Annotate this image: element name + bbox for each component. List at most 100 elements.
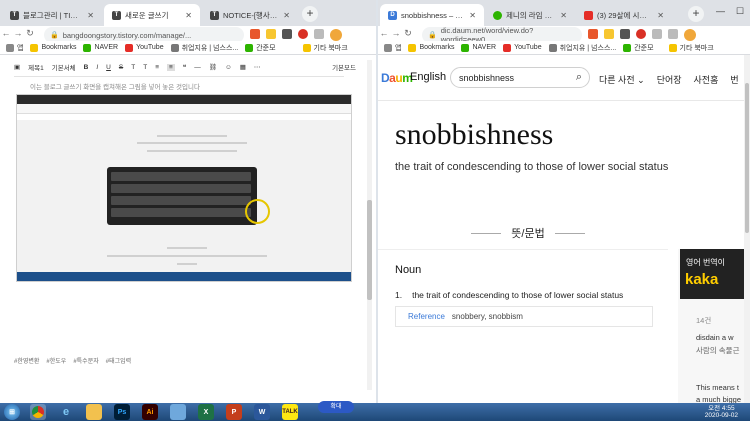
underline-button[interactable]: U (106, 64, 111, 71)
tag[interactable]: #한도우 (46, 356, 66, 365)
extension-icon[interactable] (266, 29, 276, 39)
mode-select[interactable]: 기본모드 (332, 62, 356, 72)
floating-zoom-button[interactable]: 확대 (318, 401, 354, 413)
bookmark-folder[interactable]: Bookmarks (30, 43, 76, 52)
start-button[interactable]: ⊞ (4, 404, 20, 420)
bookmark-apps[interactable]: 앱 (6, 43, 23, 53)
word-icon[interactable]: W (254, 404, 270, 420)
kakao-translate-ad[interactable]: 영어 번역이 kaka (680, 249, 750, 299)
apps-icon (384, 43, 392, 52)
daum-logo[interactable]: Daum (381, 71, 413, 85)
menu-dictionary-home[interactable]: 사전홈 (694, 73, 719, 86)
extension-icon[interactable] (588, 29, 598, 39)
tab-new-post[interactable]: T 새로운 글쓰기 ✕ (104, 4, 200, 26)
tab-blog-admin[interactable]: T 블로그관리 | TISTORY ✕ (2, 4, 102, 26)
close-icon[interactable]: ✕ (560, 11, 567, 20)
emoji-icon[interactable]: ☺ (225, 64, 232, 71)
bookmark-youtube[interactable]: YouTube (503, 43, 542, 52)
tab-notice[interactable]: T NOTICE-[행사] ★모이면 ✕ (202, 4, 298, 26)
avatar[interactable] (684, 29, 696, 41)
avatar[interactable] (330, 29, 342, 41)
scrollbar[interactable] (367, 60, 372, 390)
reference-links[interactable]: snobbery, snobbism (452, 312, 523, 321)
align-center-icon[interactable]: ≡ (166, 63, 175, 71)
close-icon[interactable]: ✕ (469, 11, 476, 20)
bookmark-other[interactable]: 기타 북마크 (302, 43, 348, 53)
link-icon[interactable]: ⛓ (209, 63, 217, 71)
kakaotalk-icon[interactable]: TALK (282, 404, 298, 420)
bookmark-youtube[interactable]: YouTube (125, 43, 164, 52)
divider-icon[interactable]: — (194, 64, 201, 71)
image-insert-icon[interactable]: ▣ (14, 63, 20, 71)
bookmark-naver[interactable]: NAVER (83, 43, 118, 52)
embedded-screenshot-image[interactable] (16, 94, 352, 282)
extension-icon[interactable] (314, 29, 324, 39)
extension-icon[interactable] (636, 29, 646, 39)
app-icon[interactable] (170, 404, 186, 420)
tag[interactable]: #한영변환 (14, 356, 39, 365)
extension-icon[interactable] (668, 29, 678, 39)
minimize-button[interactable]: — (716, 6, 725, 16)
bookmark-folder[interactable]: Bookmarks (408, 43, 454, 52)
menu-translate[interactable]: 번 (730, 73, 738, 86)
system-clock[interactable]: 오전 4:55 2020-09-02 (705, 405, 738, 419)
align-left-icon[interactable]: ≡ (155, 64, 159, 71)
bookmark-group[interactable]: 간준모 (245, 43, 276, 53)
forward-icon[interactable]: → (12, 28, 24, 38)
reload-icon[interactable]: ↻ (402, 28, 414, 39)
table-icon[interactable]: ▦ (240, 63, 246, 71)
scrollbar[interactable] (744, 55, 750, 403)
text-color-icon[interactable]: T (131, 64, 135, 71)
strike-button[interactable]: S (119, 64, 123, 71)
extension-icon[interactable] (250, 29, 260, 39)
tag[interactable]: #특수문자 (73, 356, 98, 365)
bookmark-other[interactable]: 기타 북마크 (668, 43, 714, 53)
close-icon[interactable]: ✕ (657, 11, 664, 20)
new-tab-button[interactable]: + (688, 6, 704, 22)
editor-text[interactable]: 이는 블로그 글쓰기 화면을 캡쳐해온 그림을 넣어 놓은 것입니다 (30, 81, 200, 91)
photoshop-icon[interactable]: Ps (114, 404, 130, 420)
dictionary-header: Daum English snobbishness ⌕ 다른 사전 ⌄ 단어장 … (378, 55, 750, 101)
font-select[interactable]: 기본서체 (52, 62, 76, 72)
powerpoint-icon[interactable]: P (226, 404, 242, 420)
reload-icon[interactable]: ↻ (24, 28, 36, 39)
extension-icon[interactable] (652, 29, 662, 39)
quote-icon[interactable]: ❝ (183, 63, 187, 71)
bookmark-apps[interactable]: 앱 (384, 43, 401, 53)
illustrator-icon[interactable]: Ai (142, 404, 158, 420)
search-input[interactable]: snobbishness ⌕ (450, 67, 590, 88)
menu-wordbook[interactable]: 단어장 (657, 73, 682, 86)
new-tab-button[interactable]: + (302, 6, 318, 22)
extension-icon[interactable] (282, 29, 292, 39)
bold-button[interactable]: B (84, 64, 89, 71)
file-explorer-icon[interactable] (86, 404, 102, 420)
italic-button[interactable]: I (96, 64, 98, 71)
search-icon[interactable]: ⌕ (569, 71, 589, 84)
chrome-icon[interactable] (30, 404, 46, 420)
tab-youtube[interactable]: (3) 29살에 시작한 경매 ✕ (576, 4, 672, 26)
close-icon[interactable]: ✕ (283, 11, 290, 20)
bg-color-icon[interactable]: T (143, 64, 147, 71)
bookmark-job[interactable]: 취업지유 | 넘스스... (548, 43, 616, 53)
maximize-button[interactable]: ☐ (736, 6, 744, 17)
internet-explorer-icon[interactable]: e (58, 404, 74, 420)
back-icon[interactable]: ← (0, 28, 12, 38)
extension-icon[interactable] (298, 29, 308, 39)
title-style-select[interactable]: 제목1 (28, 62, 44, 72)
close-icon[interactable]: ✕ (185, 11, 192, 20)
tab-daum-dictionary[interactable]: D snobbishness – 다음 영어사전 ✕ (380, 4, 484, 26)
tab-yoga[interactable]: 제니의 라임 요가 릴러 ✕ (485, 4, 575, 26)
bookmark-job[interactable]: 취업지유 | 넘스스... (170, 43, 238, 53)
bookmark-naver[interactable]: NAVER (461, 43, 496, 52)
close-icon[interactable]: ✕ (87, 11, 94, 20)
menu-other-dictionaries[interactable]: 다른 사전 ⌄ (599, 73, 645, 86)
tag-input[interactable]: #태그입력 (106, 356, 131, 365)
dictionary-title[interactable]: English (410, 71, 446, 83)
excel-icon[interactable]: X (198, 404, 214, 420)
bookmark-group[interactable]: 간준모 (623, 43, 654, 53)
back-icon[interactable]: ← (378, 28, 390, 38)
extension-icon[interactable] (620, 29, 630, 39)
more-icon[interactable]: ⋯ (254, 63, 261, 71)
extension-icon[interactable] (604, 29, 614, 39)
forward-icon[interactable]: → (390, 28, 402, 38)
